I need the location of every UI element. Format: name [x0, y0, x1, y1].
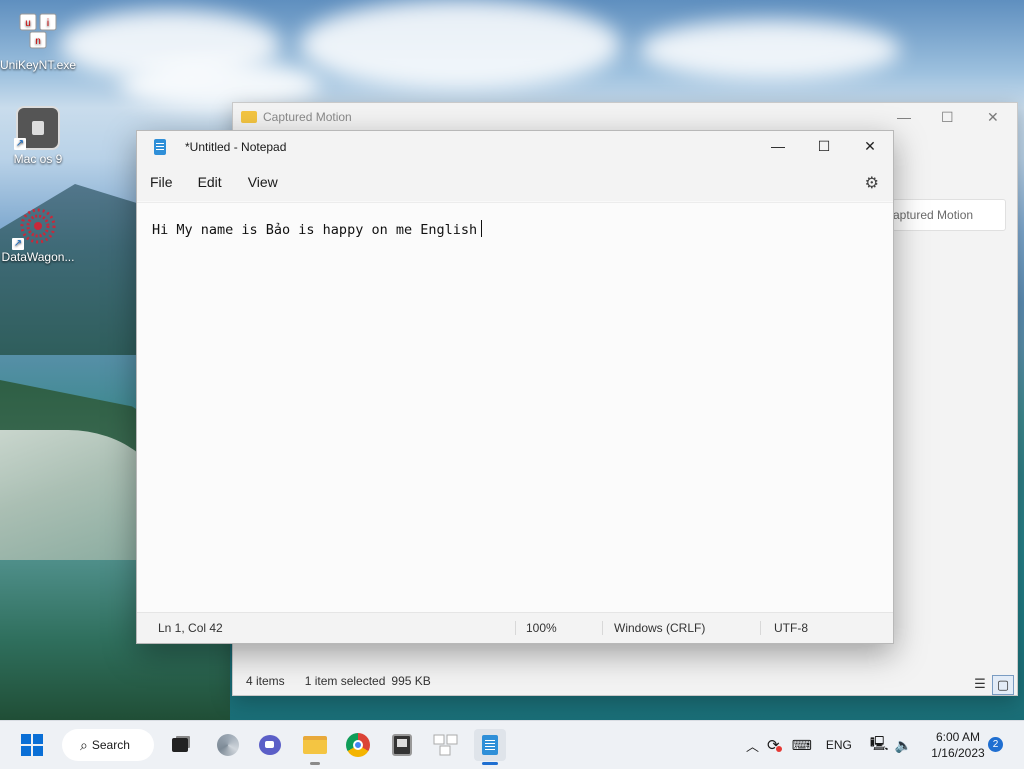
desktop-icon-mac-os[interactable]: ↗ Mac os 9	[0, 106, 76, 166]
notepad-menubar: File Edit View ⚙	[137, 163, 893, 201]
teams-chat-button[interactable]	[254, 729, 286, 761]
menu-file[interactable]: File	[137, 174, 186, 190]
file-explorer-button[interactable]	[299, 729, 331, 765]
selection-status: 1 item selected	[304, 674, 386, 688]
menu-edit[interactable]: Edit	[186, 174, 235, 190]
unikey-icon: u i n	[16, 12, 60, 56]
menu-view[interactable]: View	[235, 174, 291, 190]
svg-text:i: i	[47, 18, 49, 29]
system-tray: ︿ ⟳ ⌨ ENG 🖳 🔈	[746, 721, 912, 769]
unikey-icon	[433, 734, 458, 756]
shortcut-arrow-icon: ↗	[12, 238, 24, 250]
status-divider	[760, 621, 761, 635]
taskbar-search-button[interactable]: ⌕ Search	[62, 729, 154, 761]
edge-icon	[217, 734, 239, 756]
volume-icon[interactable]: 🔈	[895, 737, 912, 754]
shortcut-arrow-icon: ↗	[14, 138, 26, 150]
search-label: Search	[91, 738, 130, 752]
line-ending: Windows (CRLF)	[614, 621, 706, 635]
explorer-search-input[interactable]: aptured Motion	[892, 199, 1006, 231]
notepad-app-icon	[154, 139, 166, 155]
status-divider	[515, 621, 516, 635]
chat-icon	[259, 735, 281, 755]
explorer-title: Captured Motion	[263, 110, 352, 124]
close-button[interactable]: ✕	[847, 131, 893, 163]
notepad-title: *Untitled - Notepad	[185, 140, 287, 154]
desktop-icon-label: UniKeyNT.exe	[0, 58, 77, 72]
clock-time: 6:00 AM	[935, 730, 981, 744]
desktop-icon-label: Mac os 9	[13, 152, 63, 166]
cursor-position: Ln 1, Col 42	[158, 621, 223, 635]
keyboard-icon[interactable]: ⌨	[792, 737, 812, 754]
maximize-button[interactable]: ☐	[801, 131, 847, 163]
svg-text:n: n	[35, 36, 41, 47]
mac-os-icon: ↗	[14, 106, 60, 150]
windows-logo-icon	[21, 734, 43, 756]
notepad-window[interactable]: *Untitled - Notepad — ☐ ✕ File Edit View…	[136, 130, 894, 644]
clock-date: 1/16/2023	[931, 746, 985, 760]
task-view-button[interactable]	[164, 729, 196, 761]
notepad-app-icon	[482, 735, 498, 755]
taskbar-clock[interactable]: 6:00 AM 1/16/2023	[920, 729, 996, 761]
close-icon[interactable]: ✕	[987, 109, 999, 126]
zoom-level: 100%	[526, 621, 557, 635]
svg-text:u: u	[25, 18, 31, 29]
selection-size: 995 KB	[391, 674, 431, 688]
unikey-taskbar-button[interactable]	[430, 729, 462, 761]
details-view-icon[interactable]: ☰	[970, 675, 990, 693]
settings-gear-icon[interactable]: ⚙	[865, 173, 879, 193]
status-divider	[602, 621, 603, 635]
task-view-icon	[172, 738, 188, 752]
notification-badge[interactable]: 2	[988, 737, 1003, 752]
mac-os-taskbar-button[interactable]	[386, 729, 418, 761]
tiles-view-icon[interactable]: ▢	[992, 675, 1014, 695]
explorer-statusbar: 4 items 1 item selected 995 KB	[233, 667, 1017, 695]
item-count: 4 items	[246, 674, 285, 688]
mac-os-icon	[392, 734, 412, 756]
network-icon[interactable]: 🖳	[870, 733, 889, 757]
text-editor-area[interactable]: Hi My name is Bảo is happy on me English	[137, 202, 893, 612]
cloud	[640, 20, 900, 80]
sync-icon[interactable]: ⟳	[767, 736, 782, 754]
desktop-icon-datawagon[interactable]: ↗ DataWagon...	[0, 204, 76, 264]
notepad-taskbar-button[interactable]	[474, 729, 506, 765]
datawagon-icon: ↗	[12, 204, 60, 250]
minimize-button[interactable]: —	[755, 131, 801, 163]
edge-button[interactable]	[212, 729, 244, 761]
chevron-up-icon[interactable]: ︿	[746, 736, 759, 755]
folder-icon	[303, 736, 327, 754]
minimize-icon[interactable]: —	[897, 109, 911, 125]
taskbar: ⌕ Search ︿ ⟳ ⌨ ENG 🖳 🔈 6:00 AM 1/16/2023	[0, 720, 1024, 769]
desktop-icon-unikey[interactable]: u i n UniKeyNT.exe	[0, 12, 76, 72]
search-icon: ⌕	[80, 736, 88, 753]
text-caret	[481, 220, 483, 237]
start-button[interactable]	[16, 729, 48, 761]
desktop-icon-label: DataWagon...	[1, 250, 75, 264]
maximize-icon[interactable]: ☐	[941, 109, 954, 126]
cloud	[300, 0, 620, 90]
encoding: UTF-8	[774, 621, 808, 635]
notepad-statusbar: Ln 1, Col 42 100% Windows (CRLF) UTF-8	[137, 612, 893, 643]
editor-text: Hi My name is Bảo is happy on me English	[152, 222, 478, 238]
folder-icon	[241, 111, 257, 123]
language-indicator[interactable]: ENG	[826, 738, 852, 752]
chrome-button[interactable]	[342, 729, 374, 761]
chrome-icon	[346, 733, 370, 757]
